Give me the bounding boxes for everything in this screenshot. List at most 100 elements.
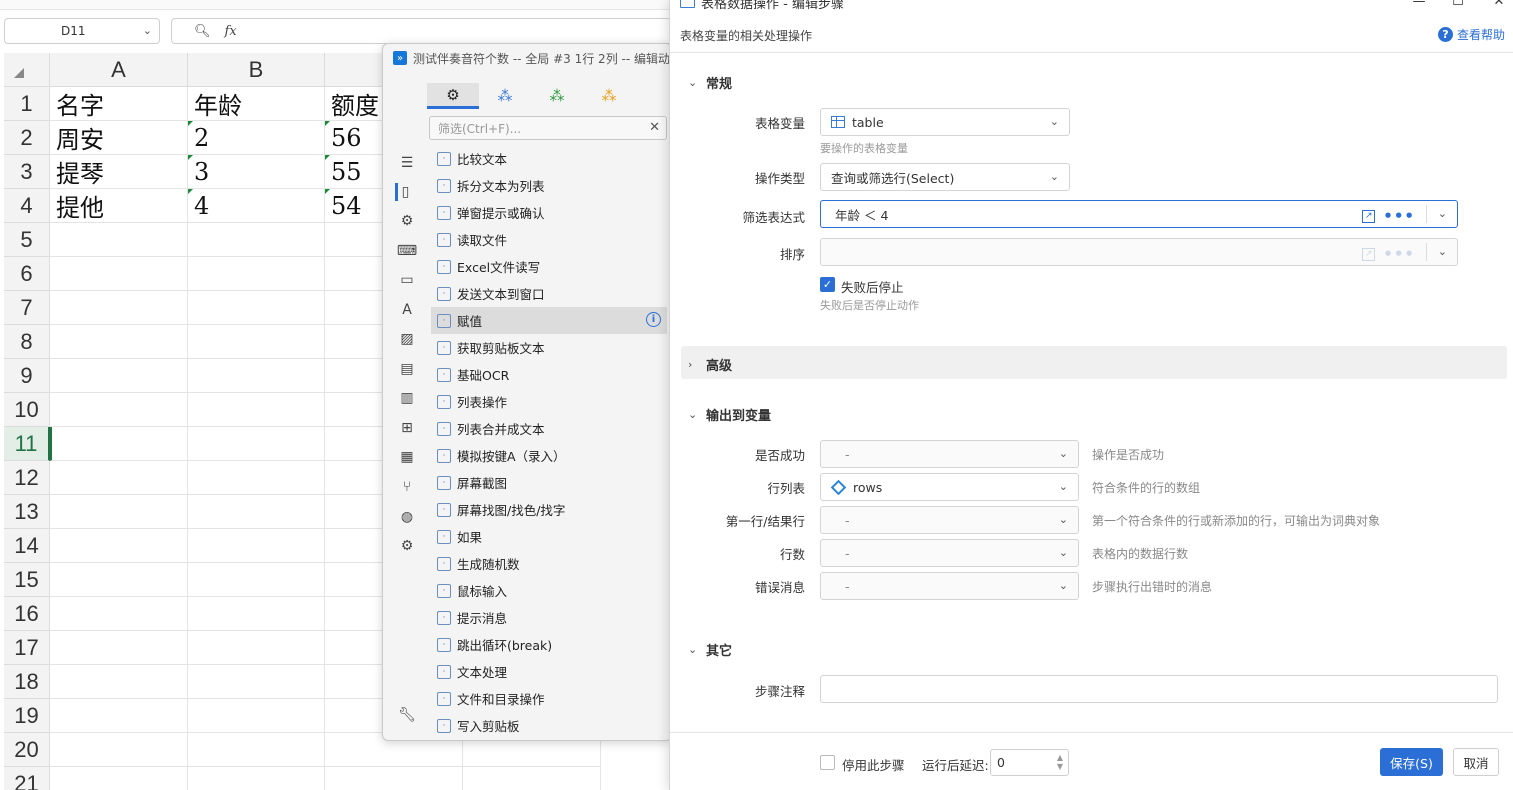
row-header[interactable]: 8 <box>4 325 50 359</box>
row-header[interactable]: 20 <box>4 733 50 767</box>
tab-builtin-actions[interactable]: ⚙ <box>427 83 479 109</box>
table-cell[interactable]: 3 <box>188 155 325 189</box>
row-header[interactable]: 19 <box>4 699 50 733</box>
table-cell[interactable] <box>188 563 325 597</box>
row-header[interactable]: 14 <box>4 529 50 563</box>
action-list-item[interactable]: · 鼠标输入 <box>431 577 667 604</box>
sort-input[interactable]: ↗ ••• ⌄ <box>820 238 1458 266</box>
action-list-item[interactable]: · 基础OCR <box>431 361 667 388</box>
spinner-arrows-icon[interactable]: ▲ ▼ <box>1057 753 1063 771</box>
table-cell[interactable]: 年龄 <box>188 87 325 121</box>
table-cell[interactable] <box>50 767 188 790</box>
chevron-down-icon[interactable]: ⌄ <box>143 24 152 37</box>
table-cell[interactable] <box>50 393 188 427</box>
table-cell[interactable] <box>50 223 188 257</box>
open-editor-icon[interactable]: ↗ <box>1362 247 1376 261</box>
tab-orange-actions[interactable]: ⁂ <box>583 83 635 109</box>
action-list-item[interactable]: · 列表操作 <box>431 388 667 415</box>
action-list-item[interactable]: · 模拟按键A（录入） <box>431 442 667 469</box>
open-editor-icon[interactable]: ↗ <box>1362 209 1376 223</box>
table-cell[interactable] <box>188 597 325 631</box>
disable-step-checkbox[interactable] <box>820 755 835 770</box>
action-list-item[interactable]: · 文件和目录操作 <box>431 685 667 712</box>
info-icon[interactable]: i <box>646 312 661 327</box>
branch-icon[interactable]: ⑂ <box>398 478 416 496</box>
wrench-icon[interactable]: 🔧︎ <box>398 706 416 724</box>
select-all-corner[interactable] <box>4 53 50 87</box>
globe-icon[interactable]: ◍ <box>398 508 416 526</box>
row-header[interactable]: 2 <box>4 121 50 155</box>
column-header[interactable]: B <box>188 53 325 87</box>
action-list-item[interactable]: · 提示消息 <box>431 604 667 631</box>
more-icon[interactable]: ••• <box>1383 245 1415 263</box>
row-header[interactable]: 11 <box>4 427 50 461</box>
table-cell[interactable] <box>188 427 325 461</box>
table-cell[interactable] <box>50 563 188 597</box>
row-header[interactable]: 3 <box>4 155 50 189</box>
keyboard-icon[interactable]: ⌨ <box>397 242 417 260</box>
tab-green-actions[interactable]: ⁂ <box>531 83 583 109</box>
clear-icon[interactable]: ✕ <box>649 120 660 135</box>
settings-icon[interactable]: ⚙ <box>398 212 416 230</box>
table-cell[interactable] <box>188 291 325 325</box>
row-header[interactable]: 1 <box>4 87 50 121</box>
op-type-select[interactable]: 查询或筛选行(Select) ⌄ <box>820 163 1070 191</box>
section-output[interactable]: ⌄ 输出到变量 <box>688 405 771 424</box>
action-list-item[interactable]: · 弹窗提示或确认 <box>431 199 667 226</box>
chevron-down-icon[interactable]: ⌄ <box>1438 207 1447 220</box>
window-icon[interactable]: ▭ <box>398 271 416 289</box>
table-cell[interactable] <box>50 699 188 733</box>
action-list-item[interactable]: · 如果 <box>431 523 667 550</box>
row-header[interactable]: 13 <box>4 495 50 529</box>
action-list-item[interactable]: · 生成随机数 <box>431 550 667 577</box>
table-cell[interactable] <box>50 359 188 393</box>
action-list-item[interactable]: · Excel文件读写 <box>431 253 667 280</box>
row-header[interactable]: 7 <box>4 291 50 325</box>
table-cell[interactable] <box>188 223 325 257</box>
chevron-down-icon[interactable]: ⌄ <box>1438 245 1447 258</box>
action-list-item[interactable]: · 读取文件 <box>431 226 667 253</box>
cancel-button[interactable]: 取消 <box>1453 748 1499 776</box>
table-cell[interactable] <box>463 767 601 790</box>
stop-on-fail-checkbox[interactable]: ✓ <box>820 277 835 292</box>
more-icon[interactable]: ••• <box>1383 207 1415 225</box>
action-list-item[interactable]: · 文本处理 <box>431 658 667 685</box>
clipboard-icon[interactable]: ▤ <box>398 360 416 378</box>
table-cell[interactable] <box>188 461 325 495</box>
zoom-icon[interactable]: 🔍︎ <box>194 24 211 39</box>
bookmark-icon[interactable]: ▯ <box>395 183 413 201</box>
image-icon[interactable]: ▨ <box>398 330 416 348</box>
section-advanced[interactable]: › 高级 <box>688 355 732 374</box>
table-cell[interactable] <box>188 359 325 393</box>
table-cell[interactable]: 周安 <box>50 121 188 155</box>
output-variable-select[interactable]: - ⌄ <box>820 506 1079 534</box>
table-cell[interactable] <box>188 529 325 563</box>
formula-bar[interactable]: 🔍︎ fx <box>171 18 691 44</box>
text-icon[interactable]: A <box>398 301 416 319</box>
table-cell[interactable] <box>50 529 188 563</box>
grid-icon[interactable]: ▦ <box>398 448 416 466</box>
delay-spinner[interactable]: 0 ▲ ▼ <box>990 749 1069 776</box>
row-header[interactable]: 12 <box>4 461 50 495</box>
table-cell[interactable] <box>188 699 325 733</box>
row-header[interactable]: 18 <box>4 665 50 699</box>
table-cell[interactable] <box>188 325 325 359</box>
table-cell[interactable] <box>50 291 188 325</box>
section-advanced-band[interactable] <box>681 346 1507 379</box>
table-cell[interactable] <box>50 461 188 495</box>
help-link[interactable]: ? 查看帮助 <box>1437 26 1505 43</box>
column-header[interactable]: A <box>50 53 188 87</box>
output-variable-select[interactable]: - ⌄ <box>820 539 1079 567</box>
row-header[interactable]: 4 <box>4 189 50 223</box>
table-cell[interactable] <box>188 631 325 665</box>
table-cell[interactable] <box>50 257 188 291</box>
close-icon[interactable]: ✕ <box>1489 0 1509 9</box>
row-header[interactable]: 6 <box>4 257 50 291</box>
table-cell[interactable] <box>325 767 463 790</box>
table-cell[interactable]: 提琴 <box>50 155 188 189</box>
action-list-item[interactable]: · 比较文本 <box>431 145 667 172</box>
table-cell[interactable] <box>50 597 188 631</box>
output-variable-select[interactable]: - ⌄ <box>820 440 1079 468</box>
fx-icon[interactable]: fx <box>225 24 237 39</box>
step-comment-input[interactable] <box>820 675 1498 703</box>
